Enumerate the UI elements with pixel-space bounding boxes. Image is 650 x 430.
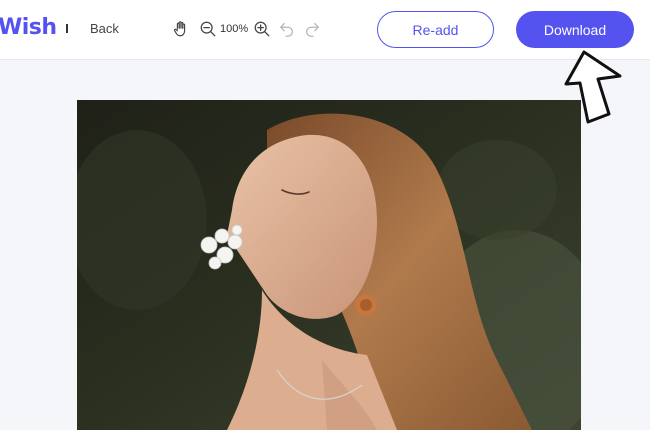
top-toolbar: Wish Back 100% Re-add Download [0,0,650,60]
toolbar-divider [66,24,68,33]
uploaded-photo [77,100,581,430]
hand-icon[interactable] [171,19,191,39]
download-button[interactable]: Download [516,11,634,48]
undo-icon[interactable] [277,19,297,39]
back-button[interactable]: Back [90,21,119,36]
zoom-out-icon[interactable] [198,19,218,39]
re-add-button[interactable]: Re-add [377,11,494,48]
zoom-level: 100% [220,23,249,35]
portrait-image [77,100,581,430]
zoom-in-icon[interactable] [252,19,272,39]
app-logo: Wish [0,15,57,40]
redo-icon[interactable] [302,19,322,39]
